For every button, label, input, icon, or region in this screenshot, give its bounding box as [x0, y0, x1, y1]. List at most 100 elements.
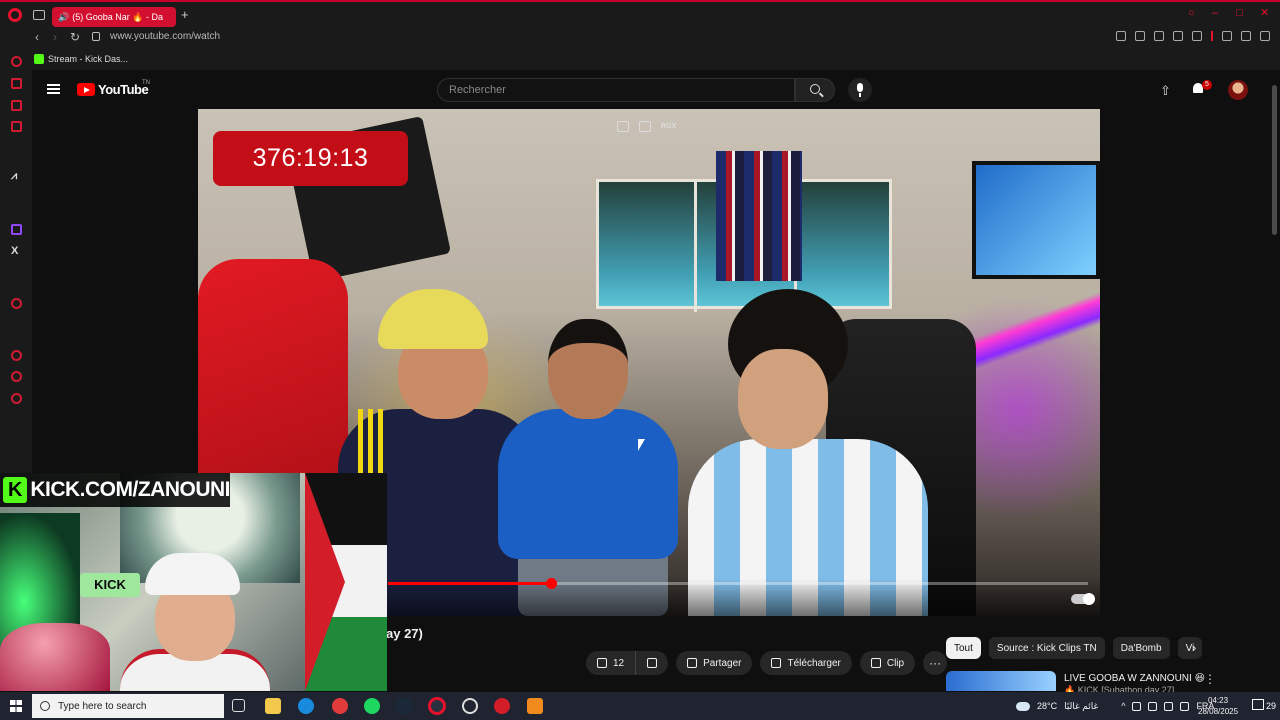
- opera-taskbar-icon[interactable]: [428, 697, 446, 715]
- thumbs-down-icon: [647, 658, 658, 668]
- settings-icon[interactable]: [11, 393, 22, 404]
- maximize-button[interactable]: □: [1236, 8, 1246, 19]
- microphone-icon[interactable]: [1180, 701, 1190, 711]
- forward-button[interactable]: ›: [53, 30, 57, 44]
- share-label: Partager: [703, 657, 742, 669]
- progress-bar[interactable]: [388, 578, 1088, 589]
- wallet-icon[interactable]: [1222, 31, 1232, 41]
- weather-label[interactable]: غائم غالبًا: [1064, 701, 1098, 712]
- history-icon[interactable]: [11, 350, 22, 361]
- notification-center[interactable]: 29: [1252, 699, 1276, 711]
- opera-logo-icon[interactable]: [8, 8, 22, 22]
- player-sidebar-icon[interactable]: [11, 121, 22, 132]
- show-hidden-icons[interactable]: ^: [1121, 701, 1125, 711]
- voice-search-button[interactable]: [848, 78, 872, 102]
- new-tab-button[interactable]: +: [181, 7, 189, 22]
- pinboard-icon[interactable]: [11, 298, 22, 309]
- mouse-cursor-icon: [638, 439, 645, 451]
- easy-setup-icon[interactable]: [1260, 31, 1270, 41]
- chip-partial[interactable]: Vi: [1177, 637, 1203, 659]
- download-arrow-icon: [771, 658, 782, 668]
- url-field[interactable]: www.youtube.com/watch: [110, 31, 220, 42]
- search-input[interactable]: Rechercher: [437, 78, 795, 102]
- chip-source[interactable]: Source : Kick Clips TN: [988, 637, 1105, 659]
- file-explorer-icon[interactable]: [265, 698, 281, 714]
- clock-date: 28/08/2025: [1198, 707, 1239, 716]
- rgx-button[interactable]: RGX: [661, 123, 676, 130]
- download-button[interactable]: Télécharger: [760, 651, 852, 675]
- chip-all[interactable]: Tout: [946, 637, 981, 659]
- taskbar-search-input[interactable]: Type here to search: [32, 694, 224, 718]
- speaker-icon[interactable]: 🔊: [58, 12, 69, 23]
- extensions-icon[interactable]: [11, 371, 22, 382]
- twitch-icon[interactable]: [11, 224, 22, 235]
- x-twitter-icon[interactable]: X: [11, 245, 18, 257]
- aria-icon[interactable]: [11, 56, 22, 67]
- bookmark-kick-stream[interactable]: Stream - Kick Das...: [48, 54, 128, 64]
- copy-icon[interactable]: [617, 121, 629, 132]
- back-button[interactable]: ‹: [35, 30, 39, 44]
- share-icon: [687, 658, 698, 668]
- screen: 🔊 (5) Gooba Nar 🔥 - Da + ○ – □ ✕ ‹ › ↻ w…: [0, 0, 1280, 720]
- shopping-icon[interactable]: [11, 78, 22, 89]
- like-button[interactable]: 12: [586, 651, 637, 675]
- search-placeholder: Rechercher: [449, 84, 506, 96]
- temperature[interactable]: 28°C: [1037, 701, 1057, 711]
- taskbar-search-placeholder: Type here to search: [58, 700, 147, 712]
- steam-icon[interactable]: [396, 698, 412, 714]
- windows-start-icon[interactable]: [10, 700, 22, 712]
- download-icon[interactable]: [1241, 31, 1251, 41]
- obs-icon[interactable]: [462, 698, 478, 714]
- minimize-button[interactable]: –: [1212, 8, 1222, 19]
- search-tabs-icon[interactable]: ○: [1188, 8, 1198, 19]
- scrollbar-thumb[interactable]: [1272, 85, 1277, 235]
- network-icon[interactable]: [1164, 701, 1174, 711]
- search-icon: [40, 701, 50, 711]
- search-button[interactable]: [795, 78, 835, 102]
- reload-button[interactable]: ↻: [70, 30, 80, 44]
- valorant-icon[interactable]: [494, 698, 510, 714]
- browser-tab-youtube[interactable]: 🔊 (5) Gooba Nar 🔥 - Da: [52, 7, 176, 27]
- clip-button[interactable]: Clip: [859, 651, 916, 675]
- taskbar-clock[interactable]: 04:23 28/08/2025: [1198, 695, 1238, 717]
- adblock-icon[interactable]: [1154, 31, 1164, 41]
- page-scrollbar[interactable]: [1268, 70, 1280, 690]
- popout-icon[interactable]: [639, 121, 651, 132]
- chip-next-arrow-icon[interactable]: ›: [1192, 640, 1196, 655]
- pin-icon[interactable]: [1116, 31, 1126, 41]
- menu-icon[interactable]: [47, 84, 60, 94]
- search-icon: [810, 84, 820, 94]
- recommended-video-more-icon[interactable]: ⋮: [1204, 672, 1216, 686]
- close-window-button[interactable]: ✕: [1260, 8, 1270, 19]
- weather-cloud-icon[interactable]: [1016, 701, 1030, 711]
- spotify-icon[interactable]: [364, 698, 380, 714]
- chrome-icon[interactable]: [332, 698, 348, 714]
- heart-icon[interactable]: [1192, 31, 1202, 41]
- youtube-logo-icon[interactable]: [77, 83, 95, 96]
- person-blue-shirt: [498, 319, 688, 616]
- video-actions: 12 Partager Télécharger Clip ···: [586, 651, 948, 675]
- tray-app-icon[interactable]: [1132, 701, 1142, 711]
- recommended-video-title[interactable]: LIVE GOOBA W ZANNOUNI 😆: [1064, 673, 1205, 684]
- youtube-logo-text[interactable]: YouTube: [98, 82, 149, 97]
- task-view-icon[interactable]: [232, 699, 245, 712]
- share-button[interactable]: Partager: [676, 651, 753, 675]
- edge-icon[interactable]: [298, 698, 314, 714]
- snapshot-icon[interactable]: [1135, 31, 1145, 41]
- avatar[interactable]: [1228, 80, 1248, 100]
- thumbs-up-icon: [597, 658, 607, 668]
- tiktok-icon[interactable]: ⩘: [11, 170, 17, 183]
- app-icon[interactable]: [527, 698, 543, 714]
- system-tray: 28°C غائم غالبًا ^ FRA: [1016, 696, 1214, 716]
- recommended-video-thumbnail[interactable]: [946, 671, 1056, 691]
- kick-banner: K KICK.COM/ZANOUNI: [0, 473, 230, 507]
- dislike-button[interactable]: [636, 651, 669, 675]
- upload-icon[interactable]: ⇧: [1160, 83, 1171, 99]
- player-icon[interactable]: [1173, 31, 1183, 41]
- messenger-icon[interactable]: [11, 100, 22, 111]
- chip-dabomb[interactable]: Da'Bomb: [1112, 637, 1170, 659]
- autoplay-toggle[interactable]: [1071, 593, 1095, 605]
- volume-icon[interactable]: [1148, 701, 1158, 711]
- workspaces-icon[interactable]: [33, 10, 45, 20]
- more-actions-button[interactable]: ···: [923, 651, 948, 675]
